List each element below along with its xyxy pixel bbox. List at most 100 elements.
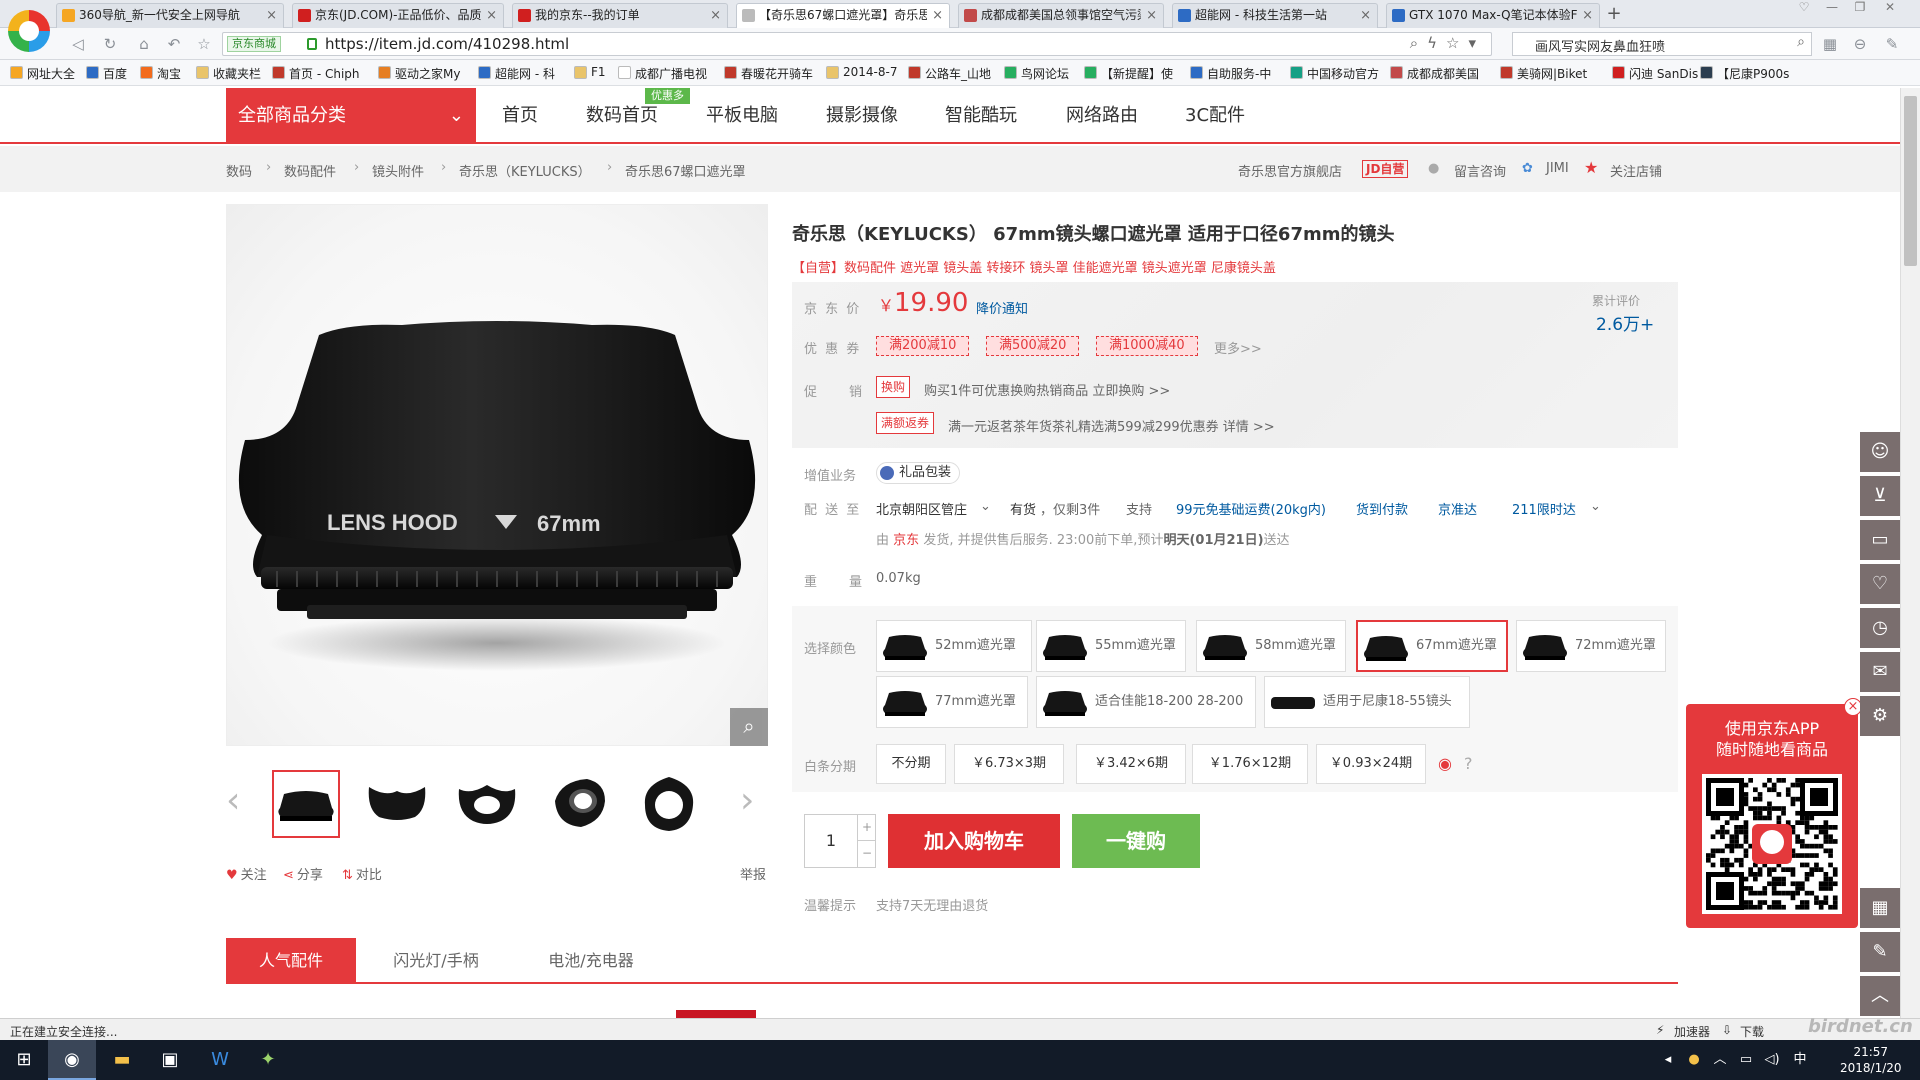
tools-icon[interactable]: ✎ bbox=[1882, 34, 1902, 54]
download-icon[interactable]: ⇩ bbox=[1722, 1023, 1732, 1037]
nav-link[interactable]: 平板电脑 bbox=[706, 88, 778, 144]
breadcrumb-item[interactable]: 镜头附件 bbox=[372, 161, 424, 180]
quantity-value[interactable]: 1 bbox=[805, 815, 857, 867]
help-icon[interactable]: ? bbox=[1464, 754, 1473, 773]
taskbar-360-browser-icon[interactable]: ◉ bbox=[48, 1040, 96, 1080]
bookmark-item[interactable]: 收藏夹栏 bbox=[196, 65, 261, 82]
windows-start-icon[interactable]: ⊞ bbox=[0, 1040, 48, 1080]
tab-accessory[interactable]: 电池/充电器 bbox=[516, 938, 666, 984]
chat-icon[interactable]: ● bbox=[1428, 161, 1439, 176]
minus-circle-icon[interactable]: ⊖ bbox=[1850, 34, 1870, 54]
bookmark-item[interactable]: 中国移动官方 bbox=[1290, 65, 1379, 82]
new-tab-button[interactable]: + bbox=[1600, 3, 1628, 27]
follow-star-icon[interactable]: ★ bbox=[1584, 158, 1598, 177]
thumb-next-icon[interactable]: › bbox=[740, 780, 754, 821]
nav-link[interactable]: 智能酷玩 bbox=[945, 88, 1017, 144]
bookmark-item[interactable]: 【尼康P900s bbox=[1700, 65, 1789, 82]
nav-link[interactable]: 数码首页 bbox=[586, 88, 658, 144]
browser-tab[interactable]: 超能网 - 科技生活第一站 × bbox=[1172, 3, 1378, 28]
delivery-address[interactable]: 北京朝阳区管庄 bbox=[876, 499, 967, 518]
thumbnail-4[interactable] bbox=[546, 770, 614, 838]
bookmark-item[interactable]: 鸟网论坛 bbox=[1004, 65, 1069, 82]
search-icon[interactable]: ⌕ bbox=[1797, 34, 1805, 50]
breadcrumb-item[interactable]: 奇乐思（KEYLUCKS） bbox=[459, 161, 591, 180]
coupon-1[interactable]: 满200减10 bbox=[876, 336, 970, 356]
follow-product-link[interactable]: ♥ 关注 bbox=[226, 864, 267, 883]
compare-link[interactable]: ⇅ 对比 bbox=[342, 864, 382, 883]
main-product-image[interactable]: LENS HOOD 67mm bbox=[226, 204, 768, 746]
color-option[interactable]: 58mm遮光罩 bbox=[1196, 620, 1346, 672]
url-text[interactable]: https://item.jd.com/410298.html bbox=[325, 35, 569, 53]
nav-link[interactable]: 网络路由 bbox=[1066, 88, 1138, 144]
tray-volume-icon[interactable]: ◁) bbox=[1760, 1040, 1784, 1080]
jzd-link[interactable]: 京准达 bbox=[1438, 499, 1477, 518]
color-option[interactable]: 72mm遮光罩 bbox=[1516, 620, 1666, 672]
breadcrumb-item[interactable]: 数码 bbox=[226, 161, 252, 180]
taskbar-app-icon[interactable]: ✦ bbox=[244, 1040, 292, 1080]
taskbar-clock[interactable]: 21:57 2018/1/20 bbox=[1840, 1044, 1902, 1076]
nav-link[interactable]: 摄影摄像 bbox=[826, 88, 898, 144]
bookmark-item[interactable]: 成都成都美国 bbox=[1390, 65, 1479, 82]
cart-icon[interactable]: ⊻ bbox=[1860, 476, 1900, 516]
zoom-magnifier-icon[interactable]: ⌕ bbox=[730, 708, 768, 746]
bookmark-item[interactable]: 美骑网|Biket bbox=[1500, 65, 1587, 82]
color-option[interactable]: 67mm遮光罩 bbox=[1356, 620, 1508, 672]
cod-link[interactable]: 货到付款 bbox=[1356, 499, 1408, 518]
browser-tab[interactable]: 我的京东--我的订单 × bbox=[512, 3, 728, 28]
follow-shop-link[interactable]: 关注店铺 bbox=[1610, 161, 1662, 180]
shop-name-link[interactable]: 奇乐思官方旗舰店 bbox=[1238, 161, 1342, 180]
tab-close-icon[interactable]: × bbox=[266, 4, 277, 27]
more-coupons-link[interactable]: 更多>> bbox=[1214, 338, 1262, 357]
back-icon[interactable]: ◁ bbox=[68, 34, 88, 54]
color-option[interactable]: 适合佳能18-200 28-200 bbox=[1036, 676, 1256, 728]
report-link[interactable]: 举报 bbox=[740, 864, 766, 883]
tab-close-icon[interactable]: × bbox=[1582, 4, 1593, 27]
quantity-stepper[interactable]: 1 + − bbox=[804, 814, 876, 868]
thumbnail-3[interactable] bbox=[454, 770, 522, 838]
tray-chevron-icon[interactable]: ︿ bbox=[1708, 1040, 1732, 1080]
accelerator-link[interactable]: 加速器 bbox=[1674, 1023, 1710, 1040]
user-icon[interactable]: ☺ bbox=[1860, 432, 1900, 472]
page-scrollbar[interactable] bbox=[1900, 88, 1920, 1018]
installment-option[interactable]: ￥0.93×24期 bbox=[1316, 744, 1426, 784]
bookmark-item[interactable]: 闪迪 SanDis bbox=[1612, 65, 1698, 82]
browser-tab[interactable]: 【奇乐思67螺口遮光罩】奇乐思 × bbox=[736, 3, 950, 29]
one-click-buy-button[interactable]: 一键购 bbox=[1072, 814, 1200, 868]
search-value[interactable]: 画风写实网友鼻血狂喷 bbox=[1535, 36, 1665, 55]
minimize-button[interactable]: — bbox=[1818, 0, 1846, 18]
color-option[interactable]: 适用于尼康18-55镜头 bbox=[1264, 676, 1470, 728]
download-link[interactable]: 下载 bbox=[1740, 1023, 1764, 1040]
bookmark-item[interactable]: 2014-8-7 bbox=[826, 65, 897, 79]
close-window-button[interactable]: ✕ bbox=[1876, 0, 1904, 18]
back-to-top-icon[interactable]: ︿ bbox=[1860, 976, 1900, 1016]
bookmark-item[interactable]: 淘宝 bbox=[140, 65, 181, 82]
thumbnail-2[interactable] bbox=[364, 770, 432, 838]
tab-accessory[interactable]: 人气配件 bbox=[226, 938, 356, 984]
service-icon[interactable]: ⚙ bbox=[1860, 696, 1900, 736]
bookmark-item[interactable]: F1 bbox=[574, 65, 606, 79]
url-tools-icons[interactable]: ⌕ϟ☆▾ bbox=[1410, 34, 1485, 52]
tab-close-icon[interactable]: × bbox=[1146, 4, 1157, 27]
tab-close-icon[interactable]: × bbox=[1360, 4, 1371, 27]
increment-button[interactable]: + bbox=[857, 815, 876, 841]
bookmark-item[interactable]: 成都广播电视 bbox=[618, 65, 707, 82]
tray-ime-icon[interactable]: 中 bbox=[1786, 1040, 1814, 1080]
browser-tab[interactable]: 京东(JD.COM)-正品低价、品质 × bbox=[292, 3, 504, 28]
thumb-prev-icon[interactable]: ‹ bbox=[226, 780, 240, 821]
url-field[interactable]: 京东商城 https://item.jd.com/410298.html ⌕ϟ☆… bbox=[222, 32, 1492, 56]
accelerator-icon[interactable]: ⚡ bbox=[1656, 1023, 1664, 1037]
bookmark-item[interactable]: 春暖花开骑车 bbox=[724, 65, 813, 82]
taskbar-store-icon[interactable]: ▣ bbox=[146, 1040, 194, 1080]
color-option[interactable]: 55mm遮光罩 bbox=[1036, 620, 1186, 672]
message-icon[interactable]: ✉ bbox=[1860, 652, 1900, 692]
tab-accessory[interactable]: 闪光灯/手柄 bbox=[356, 938, 516, 984]
browser-tab[interactable]: 360导航_新一代安全上网导航 × bbox=[56, 3, 284, 28]
nav-link[interactable]: 首页 bbox=[502, 88, 538, 144]
taskbar-explorer-icon[interactable]: ▬ bbox=[98, 1040, 146, 1080]
qr-code[interactable] bbox=[1702, 774, 1842, 914]
nav-link[interactable]: 3C配件 bbox=[1185, 88, 1245, 144]
hui-icon[interactable]: ◉ bbox=[1438, 754, 1452, 773]
taskbar-word-icon[interactable]: W bbox=[196, 1040, 244, 1080]
installment-option[interactable]: ￥3.42×6期 bbox=[1076, 744, 1186, 784]
tab-close-icon[interactable]: × bbox=[932, 4, 943, 27]
